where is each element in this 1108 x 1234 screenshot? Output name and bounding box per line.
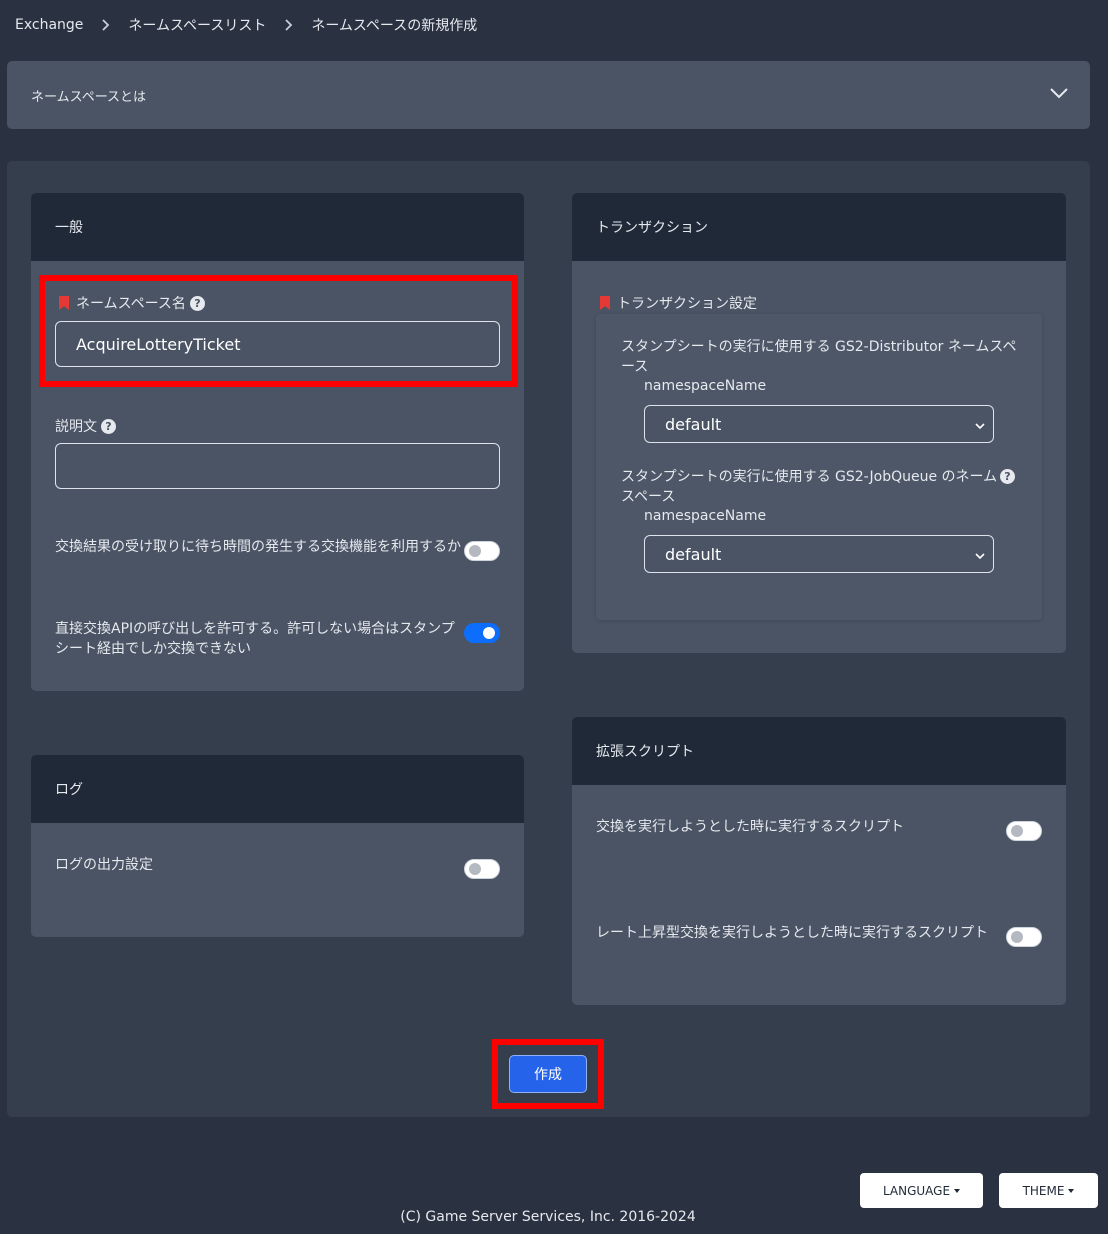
help-icon[interactable]: ? xyxy=(1000,469,1015,484)
namespace-name-input[interactable] xyxy=(55,321,500,367)
script-card-header: 拡張スクリプト xyxy=(572,717,1066,785)
language-dropdown-button[interactable]: LANGUAGE xyxy=(860,1173,983,1208)
distributor-namespace-label: スタンプシートの実行に使用する GS2-Distributor ネームスペ ース xyxy=(621,337,1016,377)
exchange-script-label: 交換を実行しようとした時に実行するスクリプト xyxy=(596,819,904,835)
namespace-name-label-text: ネームスペース名 xyxy=(76,296,186,312)
description-input[interactable] xyxy=(55,443,500,489)
chevron-right-icon xyxy=(266,19,311,31)
general-card-header: 一般 xyxy=(31,193,524,261)
toggle-knob xyxy=(469,545,481,557)
script-card: 拡張スクリプト xyxy=(572,717,1066,1005)
toggle-knob xyxy=(469,863,481,875)
accordion-title: ネームスペースとは xyxy=(31,89,147,105)
jobqueue-namespace-select[interactable]: default xyxy=(644,535,994,573)
description-label-text: 説明文 xyxy=(55,419,97,435)
transaction-settings-label-text: トランザクション設定 xyxy=(617,296,757,312)
breadcrumb: Exchange ネームスペースリスト ネームスペースの新規作成 xyxy=(15,14,477,36)
theme-dropdown-button[interactable]: THEME xyxy=(999,1173,1098,1208)
log-setting-label: ログの出力設定 xyxy=(55,857,153,873)
chevron-down-icon[interactable] xyxy=(1050,87,1068,103)
toggle-knob xyxy=(483,627,495,639)
what-is-namespace-accordion[interactable]: ネームスペースとは xyxy=(7,61,1090,129)
distributor-label-line2: ース xyxy=(621,359,649,375)
distributor-label-line1: スタンプシートの実行に使用する GS2-Distributor ネームスペ xyxy=(621,339,1017,355)
jobqueue-label-line1: スタンプシートの実行に使用する GS2-JobQueue のネーム xyxy=(621,469,998,485)
language-label: LANGUAGE xyxy=(882,1183,951,1198)
toggle-knob xyxy=(1011,825,1023,837)
transaction-settings-label: トランザクション設定 xyxy=(600,293,757,313)
await-toggle[interactable] xyxy=(464,541,500,561)
chevron-down-icon xyxy=(975,545,985,564)
await-toggle-label: 交換結果の受け取りに待ち時間の発生する交換機能を利用するか xyxy=(55,539,461,555)
jobqueue-namespace-label: スタンプシートの実行に使用する GS2-JobQueue のネーム スペース xyxy=(621,467,997,507)
exchange-script-toggle[interactable] xyxy=(1006,821,1042,841)
direct-exchange-label-line2: シート経由でしか交換できない xyxy=(55,641,251,657)
create-button[interactable]: 作成 xyxy=(509,1055,587,1093)
log-card: ログ xyxy=(31,755,524,937)
direct-exchange-toggle-label: 直接交換APIの呼び出しを許可する。許可しない場合はスタンプ シート経由でしか交… xyxy=(55,619,455,659)
theme-label: THEME xyxy=(1022,1183,1065,1198)
chevron-right-icon xyxy=(83,19,128,31)
required-bookmark-icon xyxy=(600,296,610,310)
transaction-card-header: トランザクション xyxy=(572,193,1066,261)
log-setting-toggle[interactable] xyxy=(464,859,500,879)
caret-down-icon xyxy=(954,1188,961,1193)
breadcrumb-item-namespace-list[interactable]: ネームスペースリスト xyxy=(128,15,266,35)
general-card: 一般 xyxy=(31,193,524,691)
help-icon[interactable]: ? xyxy=(189,295,205,311)
caret-down-icon xyxy=(1068,1188,1075,1193)
breadcrumb-item-create-namespace: ネームスペースの新規作成 xyxy=(311,18,478,34)
jobqueue-namespace-value: default xyxy=(665,544,722,564)
chevron-down-icon xyxy=(975,415,985,434)
breadcrumb-item-exchange[interactable]: Exchange xyxy=(15,17,83,33)
direct-exchange-label-line1: 直接交換APIの呼び出しを許可する。許可しない場合はスタンプ xyxy=(55,621,455,637)
description-label: 説明文 ? xyxy=(55,416,116,436)
jobqueue-label-line2: スペース xyxy=(621,489,676,505)
jobqueue-namespace-name-label: namespaceName xyxy=(644,508,767,524)
rate-script-label: レート上昇型交換を実行しようとした時に実行するスクリプト xyxy=(596,925,988,941)
direct-exchange-toggle[interactable] xyxy=(464,623,500,643)
toggle-knob xyxy=(1011,931,1023,943)
required-bookmark-icon xyxy=(59,296,69,310)
rate-script-toggle[interactable] xyxy=(1006,927,1042,947)
distributor-namespace-value: default xyxy=(665,414,722,434)
distributor-namespace-select[interactable]: default xyxy=(644,405,994,443)
log-card-header: ログ xyxy=(31,755,524,823)
namespace-name-label: ネームスペース名 ? xyxy=(59,293,205,313)
copyright-text: (C) Game Server Services, Inc. 2016-2024 xyxy=(400,1209,696,1225)
distributor-namespace-name-label: namespaceName xyxy=(644,378,767,394)
help-icon[interactable]: ? xyxy=(101,418,116,434)
